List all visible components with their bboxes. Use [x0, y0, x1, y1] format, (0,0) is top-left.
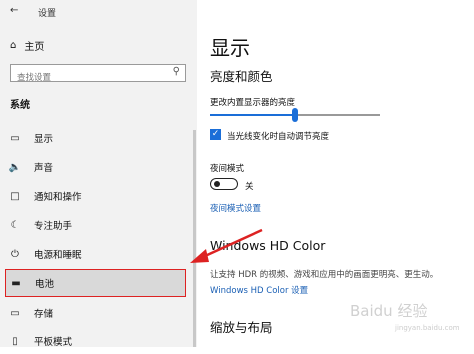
home-label: 主页: [24, 41, 45, 53]
sidebar-item-label: 通知和操作: [34, 192, 82, 203]
night-mode-settings-link[interactable]: 夜间模式设置: [210, 202, 261, 214]
brightness-heading: 亮度和颜色: [210, 69, 273, 84]
moon-icon: ☾: [10, 219, 20, 231]
search-input[interactable]: [11, 70, 167, 86]
sidebar-item-power-sleep[interactable]: ⏻ 电源和睡眠: [0, 241, 190, 267]
sidebar-item-label: 存储: [34, 309, 54, 320]
power-icon: ⏻: [11, 248, 19, 260]
main-content: 显示 亮度和颜色 更改内置显示器的亮度 ✓ 当光线变化时自动调节亮度 夜间模式 …: [197, 0, 474, 347]
search-icon[interactable]: ⚲: [173, 66, 180, 77]
night-mode-toggle[interactable]: [210, 178, 238, 190]
notification-icon: □: [10, 190, 20, 202]
sidebar-item-sound[interactable]: 🔈 声音: [0, 154, 190, 180]
sidebar-scrollbar[interactable]: [193, 130, 196, 347]
sidebar-item-display[interactable]: ▭ 显示: [0, 125, 190, 151]
sidebar-item-focus-assist[interactable]: ☾ 专注助手: [0, 212, 190, 238]
sidebar: ← 设置 ⌂ 主页 ⚲ 系统 ▭ 显示 🔈 声音 □ 通知和操作 ☾ 专注助手 …: [0, 0, 197, 348]
section-title: 系统: [10, 100, 30, 111]
toggle-knob: [214, 181, 220, 187]
battery-icon: ▬: [11, 277, 21, 289]
page-title: 显示: [210, 36, 250, 60]
hd-color-heading: Windows HD Color: [210, 238, 326, 253]
tablet-icon: ▯: [12, 335, 18, 347]
slider-thumb[interactable]: [292, 108, 298, 122]
sidebar-item-tablet-mode[interactable]: ▯ 平板模式: [0, 328, 190, 354]
zoom-layout-heading: 缩放与布局: [210, 320, 273, 335]
sidebar-item-storage[interactable]: ▭ 存储: [0, 300, 190, 326]
sidebar-item-notifications[interactable]: □ 通知和操作: [0, 183, 190, 209]
watermark-logo: Baidu 经验: [350, 302, 428, 320]
speaker-icon: 🔈: [8, 161, 22, 173]
monitor-icon: ▭: [10, 132, 20, 144]
sidebar-item-label: 电池: [35, 279, 55, 290]
auto-brightness-checkbox[interactable]: ✓: [210, 129, 221, 140]
sidebar-item-label: 专注助手: [34, 221, 73, 232]
sidebar-item-label: 平板模式: [34, 337, 73, 348]
sidebar-item-battery[interactable]: ▬ 电池: [5, 269, 186, 297]
slider-fill: [210, 114, 295, 116]
sidebar-item-label: 电源和睡眠: [34, 250, 82, 261]
hd-color-settings-link[interactable]: Windows HD Color 设置: [210, 284, 308, 296]
night-mode-label: 夜间模式: [210, 164, 245, 174]
night-mode-state: 关: [245, 182, 254, 192]
storage-icon: ▭: [10, 307, 20, 319]
home-nav-item[interactable]: ⌂ 主页: [10, 38, 45, 53]
watermark-url: jingyan.baidu.com: [395, 324, 460, 332]
hd-color-description: 让支持 HDR 的视频、游戏和应用中的画面更明亮、更生动。: [210, 270, 439, 280]
window-title: 设置: [38, 9, 57, 19]
search-box[interactable]: ⚲: [10, 64, 186, 86]
auto-brightness-label: 当光线变化时自动调节亮度: [227, 132, 330, 142]
sidebar-item-label: 显示: [34, 134, 54, 145]
brightness-label: 更改内置显示器的亮度: [210, 98, 296, 108]
back-arrow-icon[interactable]: ←: [10, 5, 18, 16]
brightness-slider[interactable]: [210, 108, 380, 122]
home-icon: ⌂: [10, 39, 17, 51]
sidebar-item-label: 声音: [34, 163, 54, 174]
